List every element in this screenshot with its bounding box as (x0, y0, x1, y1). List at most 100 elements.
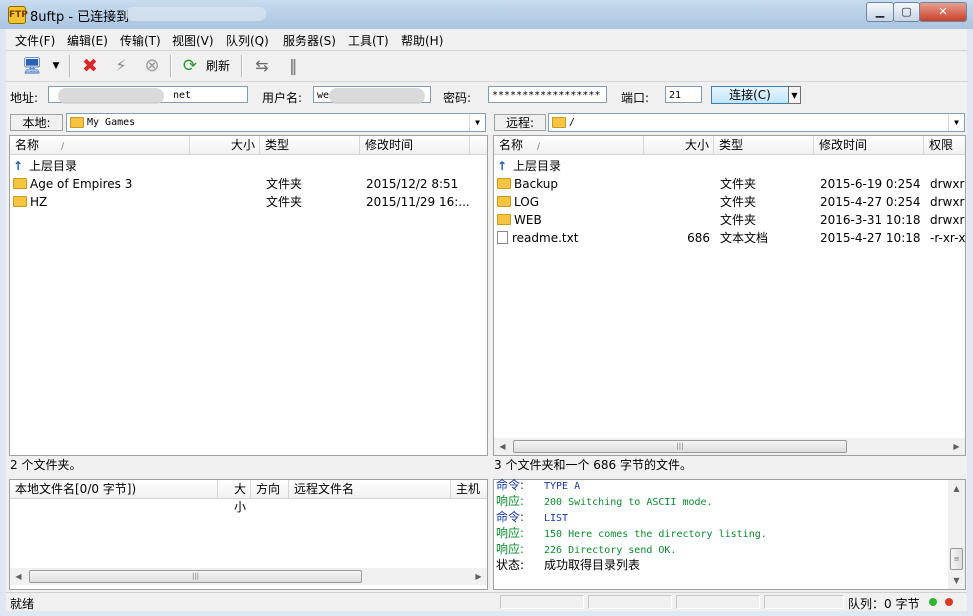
chevron-down-icon[interactable]: ▼ (50, 55, 62, 77)
col-host[interactable]: 主机 (451, 480, 487, 498)
file-size: 686 (687, 231, 710, 245)
col-local-filename[interactable]: 本地文件名[0/0 字节]) (10, 480, 218, 498)
maximize-button[interactable]: ▢ (893, 2, 920, 22)
port-input[interactable]: 21 (665, 86, 702, 103)
stop-icon[interactable]: ⊗ (140, 55, 164, 77)
up-arrow-icon: ↑ (497, 159, 508, 173)
col-modified[interactable]: 修改时间 (814, 136, 924, 154)
list-item-parent-dir[interactable]: ↑ 上层目录 (497, 157, 963, 175)
menu-view[interactable]: 视图(V) (172, 32, 214, 49)
list-item[interactable]: HZ 文件夹 2015/11/29 16:... (13, 193, 483, 211)
remote-path-bar: 远程: / ▼ (492, 111, 966, 135)
col-permissions[interactable]: 权限 (924, 136, 965, 154)
file-modified: 2015/11/29 16:... (366, 195, 470, 209)
password-input[interactable]: ****************** (488, 86, 607, 103)
local-status: 2 个文件夹。 (10, 457, 488, 474)
file-modified: 2015-4-27 10:18 (820, 231, 921, 245)
refresh-button[interactable]: 刷新 (202, 55, 234, 77)
username-label: 用户名: (262, 91, 303, 105)
file-type: 文件夹 (266, 177, 303, 191)
file-name: LOG (514, 195, 540, 209)
file-modified: 2015-6-19 0:254 (820, 177, 921, 191)
file-name: readme.txt (512, 231, 579, 245)
queue-horizontal-scrollbar[interactable]: ◀ ||| ▶ (10, 568, 487, 585)
menu-queue[interactable]: 队列(Q) (226, 32, 269, 49)
scroll-down-icon[interactable]: ▼ (948, 572, 965, 589)
col-type[interactable]: 类型 (260, 136, 360, 154)
remote-file-list[interactable]: 名称 / 大小 类型 修改时间 权限 ↑ 上层目录 Backup 文件夹 2015-… (493, 135, 966, 456)
local-path-bar: 本地: My Games ▼ (8, 111, 488, 135)
col-size[interactable]: 大小 (218, 480, 251, 514)
log-line: 响应: 150 Here comes the directory listing. (496, 525, 767, 541)
pause-icon[interactable]: ‖ (282, 55, 304, 77)
refresh-icon[interactable]: ⟳ (180, 55, 200, 77)
transfer-queue[interactable]: 本地文件名[0/0 字节]) 大小 方向 远程文件名 主机 ◀ ||| ▶ (9, 479, 488, 590)
minimize-button[interactable]: ▁ (866, 2, 894, 22)
local-path-select[interactable]: My Games ▼ (66, 113, 486, 132)
col-type[interactable]: 类型 (714, 136, 814, 154)
remote-path-select[interactable]: / ▼ (548, 113, 965, 132)
list-item[interactable]: readme.txt 686 文本文档 2015-4-27 10:18 -r-x… (497, 229, 966, 247)
col-modified[interactable]: 修改时间 (360, 136, 470, 154)
menu-transfer[interactable]: 传输(T) (120, 32, 161, 49)
up-arrow-icon: ↑ (13, 159, 24, 173)
log-text: TYPE A (544, 481, 581, 492)
folder-icon (497, 214, 511, 225)
status-bar: 就绪 队列：0 字节 (6, 592, 967, 611)
menu-tools[interactable]: 工具(T) (348, 32, 389, 49)
connect-dropdown-icon[interactable]: ▼ (788, 86, 801, 104)
list-item[interactable]: Age of Empires 3 文件夹 2015/12/2 8:51 (13, 175, 483, 193)
scroll-left-icon[interactable]: ◀ (494, 438, 511, 455)
folder-icon (70, 117, 84, 128)
chevron-down-icon[interactable]: ▼ (469, 114, 485, 131)
lightning-icon[interactable]: ⚡ (109, 55, 133, 77)
menu-edit[interactable]: 编辑(E) (67, 32, 108, 49)
list-item[interactable]: LOG 文件夹 2015-4-27 0:254 drwxr (497, 193, 965, 211)
scroll-left-icon[interactable]: ◀ (10, 568, 27, 585)
file-type: 文件夹 (720, 195, 757, 209)
connect-button[interactable]: 连接(C) (711, 86, 789, 104)
col-remote-filename[interactable]: 远程文件名 (289, 480, 451, 498)
app-window: FTP 8uftp - 已连接到 ▁ ▢ ✕ 文件(F) 编辑(E) 传输(T)… (0, 0, 973, 616)
remote-list-header: 名称 / 大小 类型 修改时间 权限 (494, 136, 965, 155)
list-item[interactable]: Backup 文件夹 2015-6-19 0:254 drwxr (497, 175, 964, 193)
toolbar-separator (69, 55, 71, 77)
scroll-thumb[interactable]: ≡ (950, 548, 963, 570)
list-item[interactable]: WEB 文件夹 2016-3-31 10:18 drwxr (497, 211, 964, 229)
col-name[interactable]: 名称 / (494, 136, 644, 154)
disconnect-icon[interactable]: ✖ (78, 55, 102, 77)
scroll-right-icon[interactable]: ▶ (948, 438, 965, 455)
message-log[interactable]: 命令: TYPE A 响应: 200 Switching to ASCII mode… (493, 478, 966, 590)
log-key: 响应: (496, 526, 525, 540)
log-key: 命令: (496, 478, 525, 492)
log-key: 响应: (496, 542, 525, 556)
chevron-down-icon[interactable]: ▼ (948, 114, 964, 131)
col-size[interactable]: 大小 (644, 136, 714, 154)
col-size[interactable]: 大小 (190, 136, 260, 154)
file-type: 文件夹 (720, 177, 757, 191)
close-button[interactable]: ✕ (919, 2, 967, 22)
local-list-header: 名称 / 大小 类型 修改时间 (10, 136, 487, 155)
log-vertical-scrollbar[interactable]: ▲ ≡ ▼ (948, 480, 965, 589)
col-direction[interactable]: 方向 (251, 480, 289, 498)
col-name[interactable]: 名称 / (10, 136, 190, 154)
site-manager-icon[interactable]: 🖥 (20, 55, 44, 77)
file-permissions: drwxr (930, 195, 965, 209)
remote-horizontal-scrollbar[interactable]: ◀ ||| ▶ (494, 438, 965, 455)
menu-file[interactable]: 文件(F) (15, 32, 55, 49)
file-name: WEB (514, 213, 542, 227)
scroll-up-icon[interactable]: ▲ (948, 480, 965, 497)
log-key: 命令: (496, 510, 525, 524)
log-text: 150 Here comes the directory listing. (544, 529, 767, 540)
menu-server[interactable]: 服务器(S) (283, 32, 336, 49)
local-file-list[interactable]: 名称 / 大小 类型 修改时间 ↑ 上层目录 Age of Empires 3 文件… (9, 135, 488, 456)
list-item-parent-dir[interactable]: ↑ 上层目录 (13, 157, 483, 175)
scroll-right-icon[interactable]: ▶ (470, 568, 487, 585)
menu-help[interactable]: 帮助(H) (401, 32, 443, 49)
transfer-icon[interactable]: ⇆ (250, 55, 274, 77)
sort-indicator: / (537, 142, 541, 152)
scroll-thumb[interactable]: ||| (29, 570, 362, 583)
ready-status: 就绪 (10, 597, 35, 611)
connection-bar: 地址: net 用户名: we 密码: ****************** 端… (6, 82, 967, 108)
scroll-thumb[interactable]: ||| (513, 440, 847, 453)
